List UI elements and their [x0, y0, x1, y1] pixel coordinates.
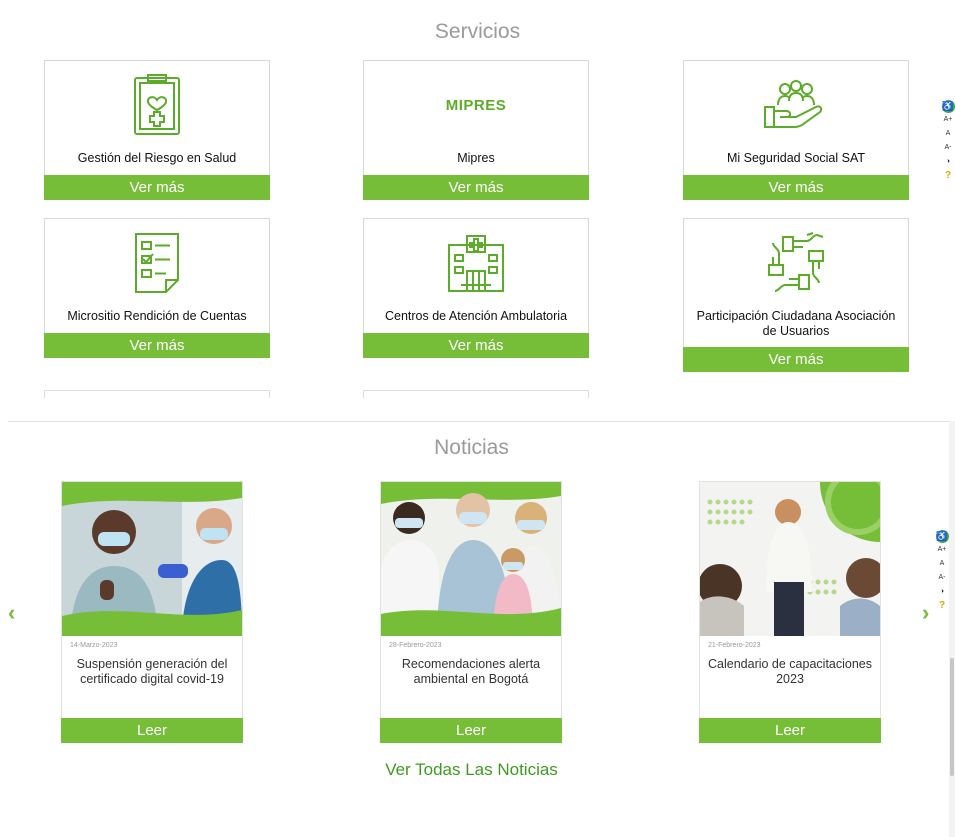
news-date: 21-Febrero-2023 [708, 642, 761, 649]
hand-people-icon [684, 71, 908, 139]
help-icon[interactable]: ? [935, 599, 949, 613]
news-date: 28-Febrero-2023 [389, 642, 442, 649]
service-label: Mipres [457, 151, 495, 165]
service-card-partial [44, 390, 270, 398]
wheelchair-icon[interactable]: ♿ [941, 100, 955, 113]
leer-button[interactable]: Leer [61, 718, 243, 743]
checklist-icon [45, 229, 269, 297]
accessibility-toolbar: ♿ A+ A A- ◑ ? [935, 530, 949, 613]
font-decrease-button[interactable]: A- [935, 571, 949, 585]
service-label: Participación Ciudadana Asociación de Us… [696, 309, 896, 338]
font-reset-button[interactable]: A [935, 557, 949, 571]
accessibility-toolbar: ♿ A+ A A- ◑ ? [941, 100, 955, 183]
news-date: 14-Marzo-2023 [70, 642, 118, 649]
service-label: Centros de Atención Ambulatoria [384, 309, 568, 323]
news-headline: Suspensión generación del certificado di… [76, 657, 228, 686]
carousel-prev-arrow[interactable]: ‹ [8, 600, 15, 626]
news-card[interactable]: 21-Febrero-2023 Calendario de capacitaci… [699, 481, 881, 743]
all-news-link[interactable]: Ver Todas Las Noticias [0, 760, 943, 780]
ver-mas-button[interactable]: Ver más [44, 175, 270, 200]
news-headline: Recomendaciones alerta ambiental en Bogo… [401, 657, 541, 686]
training-photo [700, 482, 880, 636]
scrollbar-thumb[interactable] [950, 658, 954, 776]
service-label: Micrositio Rendición de Cuentas [67, 309, 247, 323]
mipres-logo: MIPRES [445, 96, 507, 114]
font-increase-button[interactable]: A+ [941, 113, 955, 127]
leer-button[interactable]: Leer [380, 718, 562, 743]
ver-mas-button[interactable]: Ver más [363, 175, 589, 200]
font-decrease-button[interactable]: A- [941, 141, 955, 155]
section-divider [8, 421, 953, 422]
carousel-next-arrow[interactable]: › [922, 600, 929, 626]
service-label: Gestión del Riesgo en Salud [77, 151, 237, 165]
service-card-participacion[interactable]: Participación Ciudadana Asociación de Us… [683, 218, 909, 372]
ver-mas-button[interactable]: Ver más [363, 333, 589, 358]
ver-mas-button[interactable]: Ver más [683, 175, 909, 200]
service-card-mipres[interactable]: MIPRES Mipres Ver más [363, 60, 589, 200]
news-card[interactable]: 14-Marzo-2023 Suspensión generación del … [61, 481, 243, 743]
vaccination-photo [62, 482, 242, 636]
news-title: Noticias [434, 436, 509, 459]
contrast-icon[interactable]: ◑ [935, 585, 949, 599]
leer-button[interactable]: Leer [699, 718, 881, 743]
hands-circle-icon [684, 229, 908, 297]
help-icon[interactable]: ? [941, 169, 955, 183]
service-card-seguridad-social[interactable]: Mi Seguridad Social SAT Ver más [683, 60, 909, 200]
news-card[interactable]: 28-Febrero-2023 Recomendaciones alerta a… [380, 481, 562, 743]
service-card-rendicion-cuentas[interactable]: Micrositio Rendición de Cuentas Ver más [44, 218, 270, 358]
wheelchair-icon[interactable]: ♿ [935, 530, 949, 543]
news-headline: Calendario de capacitaciones 2023 [708, 657, 872, 686]
services-title: Servicios [434, 20, 521, 43]
font-reset-button[interactable]: A [941, 127, 955, 141]
font-increase-button[interactable]: A+ [935, 543, 949, 557]
service-card-centros-atencion[interactable]: Centros de Atención Ambulatoria Ver más [363, 218, 589, 358]
contrast-icon[interactable]: ◑ [941, 155, 955, 169]
ver-mas-button[interactable]: Ver más [683, 347, 909, 372]
clipboard-heart-icon [45, 71, 269, 139]
hospital-icon [364, 229, 588, 297]
family-masks-photo [381, 482, 561, 636]
service-card-partial [363, 390, 589, 398]
service-label: Mi Seguridad Social SAT [726, 151, 866, 165]
ver-mas-button[interactable]: Ver más [44, 333, 270, 358]
service-card-gestion-riesgo[interactable]: Gestión del Riesgo en Salud Ver más [44, 60, 270, 200]
